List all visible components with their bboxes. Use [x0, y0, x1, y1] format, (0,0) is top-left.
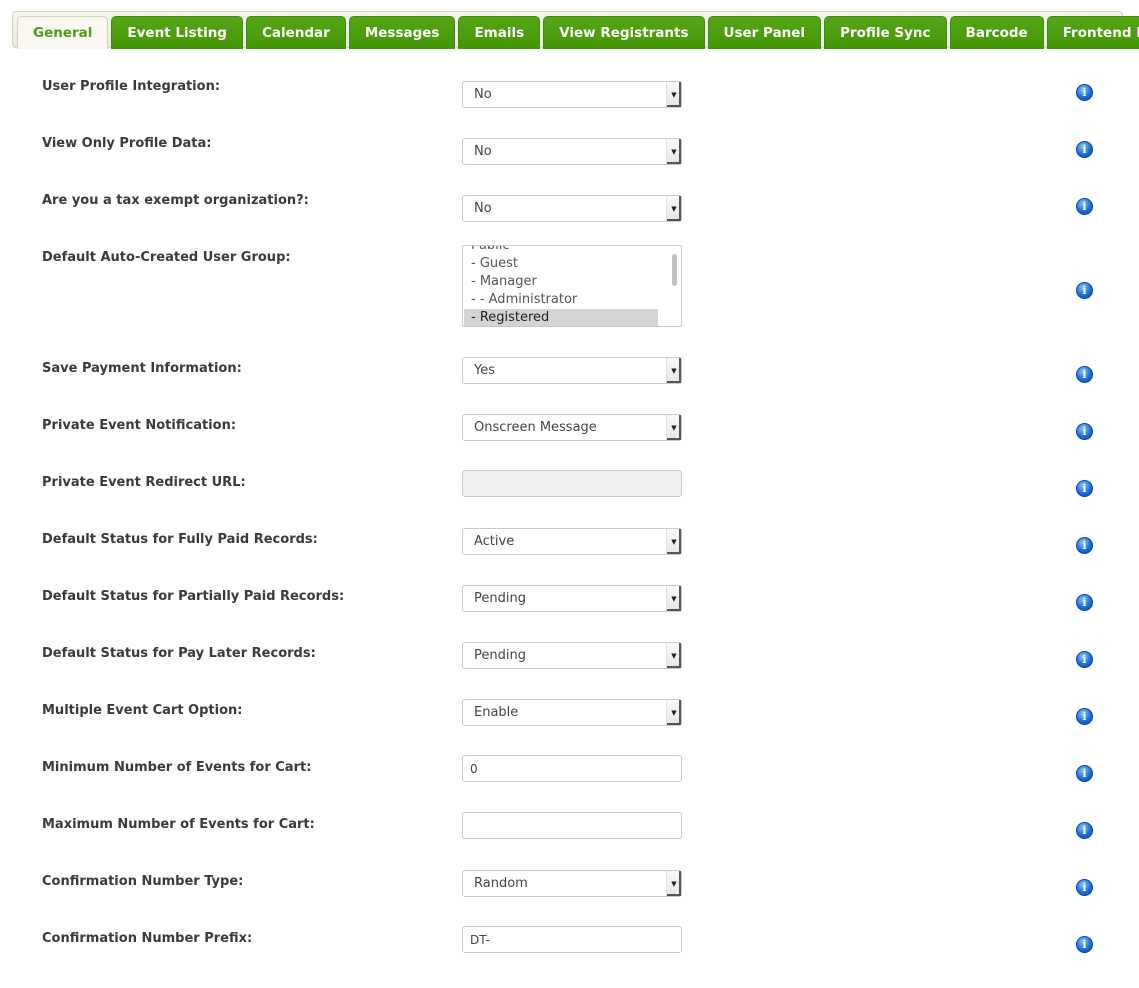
private-event-redirect-url-input[interactable]: [462, 470, 682, 497]
settings-tab-bar: General Event Listing Calendar Messages …: [12, 11, 1139, 49]
select-value: Pending: [474, 591, 526, 606]
field-label: Multiple Event Cart Option:: [42, 703, 243, 718]
tab-event-listing[interactable]: Event Listing: [111, 16, 243, 49]
setting-row-confirmation-number-type: Confirmation Number Type: Random ▼ i: [0, 870, 1139, 931]
chevron-down-icon: ▼: [666, 586, 681, 611]
setting-row-private-event-redirect-url: Private Event Redirect URL: i: [0, 470, 1139, 532]
chevron-down-icon: ▼: [666, 643, 681, 668]
info-icon[interactable]: i: [1076, 936, 1093, 953]
view-only-profile-data-select[interactable]: No ▼: [462, 138, 682, 165]
status-fully-paid-select[interactable]: Active ▼: [462, 528, 682, 555]
listbox-option[interactable]: - Manager: [464, 273, 658, 291]
field-label: Minimum Number of Events for Cart:: [42, 760, 312, 775]
info-icon[interactable]: i: [1076, 822, 1093, 839]
select-value: No: [474, 201, 492, 216]
listbox-scrollbar[interactable]: [672, 254, 677, 286]
select-value: Active: [474, 534, 515, 549]
field-label: Maximum Number of Events for Cart:: [42, 817, 315, 832]
select-value: No: [474, 144, 492, 159]
tab-profile-sync[interactable]: Profile Sync: [824, 16, 947, 49]
status-partially-paid-select[interactable]: Pending ▼: [462, 585, 682, 612]
field-label: Private Event Notification:: [42, 418, 237, 433]
field-label: Private Event Redirect URL:: [42, 475, 246, 490]
setting-row-save-payment-info: Save Payment Information: Yes ▼ i: [0, 357, 1139, 418]
default-user-group-listbox[interactable]: Public - Guest - Manager - - Administrat…: [462, 245, 682, 327]
setting-row-view-only-profile-data: View Only Profile Data: No ▼ i: [0, 136, 1139, 193]
select-value: No: [474, 87, 492, 102]
setting-row-status-partially-paid: Default Status for Partially Paid Record…: [0, 585, 1139, 646]
info-icon[interactable]: i: [1076, 537, 1093, 554]
listbox-option-selected[interactable]: - Registered: [464, 309, 658, 326]
chevron-down-icon: ▼: [666, 358, 681, 383]
info-icon[interactable]: i: [1076, 366, 1093, 383]
setting-row-user-profile-integration: User Profile Integration: No ▼ i: [0, 79, 1139, 136]
listbox-option[interactable]: Public: [464, 246, 658, 255]
confirmation-number-prefix-input[interactable]: DT-: [462, 926, 682, 953]
multiple-event-cart-select[interactable]: Enable ▼: [462, 699, 682, 726]
field-label: Default Status for Pay Later Records:: [42, 646, 316, 661]
setting-row-multiple-event-cart: Multiple Event Cart Option: Enable ▼ i: [0, 699, 1139, 760]
setting-row-default-user-group: Default Auto-Created User Group: Public …: [0, 245, 1139, 340]
info-icon[interactable]: i: [1076, 423, 1093, 440]
listbox-option[interactable]: - - Administrator: [464, 291, 658, 309]
private-event-notification-select[interactable]: Onscreen Message ▼: [462, 414, 682, 441]
user-profile-integration-select[interactable]: No ▼: [462, 81, 682, 108]
info-icon[interactable]: i: [1076, 708, 1093, 725]
field-label: Default Status for Fully Paid Records:: [42, 532, 318, 547]
select-value: Yes: [474, 363, 495, 378]
field-label: Save Payment Information:: [42, 361, 242, 376]
setting-row-status-pay-later: Default Status for Pay Later Records: Pe…: [0, 642, 1139, 703]
min-events-cart-input[interactable]: 0: [462, 755, 682, 782]
info-icon[interactable]: i: [1076, 594, 1093, 611]
tab-messages[interactable]: Messages: [348, 16, 456, 49]
chevron-down-icon: ▼: [666, 82, 681, 107]
info-icon[interactable]: i: [1076, 879, 1093, 896]
field-label: Confirmation Number Type:: [42, 874, 244, 889]
chevron-down-icon: ▼: [666, 700, 681, 725]
field-label: View Only Profile Data:: [42, 136, 212, 151]
listbox-options: Public - Guest - Manager - - Administrat…: [463, 246, 658, 326]
field-label: User Profile Integration:: [42, 79, 221, 94]
setting-row-tax-exempt: Are you a tax exempt organization?: No ▼…: [0, 193, 1139, 250]
save-payment-info-select[interactable]: Yes ▼: [462, 357, 682, 384]
info-icon[interactable]: i: [1076, 84, 1093, 101]
field-label: Confirmation Number Prefix:: [42, 931, 253, 946]
select-value: Onscreen Message: [474, 420, 597, 435]
tab-barcode[interactable]: Barcode: [949, 16, 1044, 49]
status-pay-later-select[interactable]: Pending ▼: [462, 642, 682, 669]
tab-emails[interactable]: Emails: [458, 16, 541, 49]
select-value: Enable: [474, 705, 519, 720]
select-value: Random: [474, 876, 528, 891]
info-icon[interactable]: i: [1076, 651, 1093, 668]
listbox-option[interactable]: - Guest: [464, 255, 658, 273]
field-label: Default Status for Partially Paid Record…: [42, 589, 345, 604]
field-label: Are you a tax exempt organization?:: [42, 193, 309, 208]
setting-row-max-events-cart: Maximum Number of Events for Cart: i: [0, 812, 1139, 874]
tab-general[interactable]: General: [17, 16, 109, 49]
tab-frontend-mgmt[interactable]: Frontend Mgmt: [1046, 16, 1139, 49]
info-icon[interactable]: i: [1076, 480, 1093, 497]
setting-row-status-fully-paid: Default Status for Fully Paid Records: A…: [0, 528, 1139, 589]
chevron-down-icon: ▼: [666, 871, 681, 896]
info-icon[interactable]: i: [1076, 282, 1093, 299]
field-label: Default Auto-Created User Group:: [42, 250, 291, 265]
tab-user-panel[interactable]: User Panel: [707, 16, 822, 49]
chevron-down-icon: ▼: [666, 415, 681, 440]
tab-calendar[interactable]: Calendar: [245, 16, 346, 49]
max-events-cart-input[interactable]: [462, 812, 682, 839]
tab-view-registrants[interactable]: View Registrants: [543, 16, 705, 49]
info-icon[interactable]: i: [1076, 141, 1093, 158]
tab-list: General Event Listing Calendar Messages …: [17, 16, 1139, 49]
select-value: Pending: [474, 648, 526, 663]
confirmation-number-type-select[interactable]: Random ▼: [462, 870, 682, 897]
chevron-down-icon: ▼: [666, 139, 681, 164]
chevron-down-icon: ▼: [666, 529, 681, 554]
info-icon[interactable]: i: [1076, 765, 1093, 782]
setting-row-private-event-notification: Private Event Notification: Onscreen Mes…: [0, 414, 1139, 475]
info-icon[interactable]: i: [1076, 198, 1093, 215]
chevron-down-icon: ▼: [666, 196, 681, 221]
setting-row-min-events-cart: Minimum Number of Events for Cart: 0 i: [0, 755, 1139, 817]
setting-row-confirmation-number-prefix: Confirmation Number Prefix: DT- i: [0, 926, 1139, 988]
tax-exempt-select[interactable]: No ▼: [462, 195, 682, 222]
